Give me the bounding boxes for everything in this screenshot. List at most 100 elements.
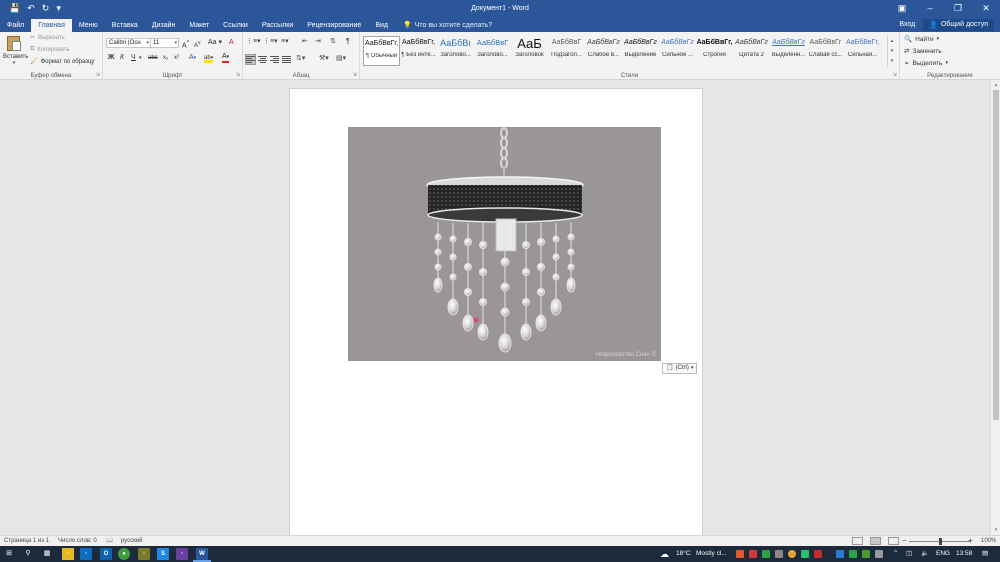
windows-start-icon[interactable]: ⊞ [3,548,15,560]
dialog-launcher-icon[interactable]: ⇲ [236,72,240,78]
tray-app-icon[interactable] [788,550,796,558]
tell-me-box[interactable]: 💡 Что вы хотите сделать? [395,19,492,32]
tab-review[interactable]: Рецензирование [300,19,368,32]
style-quote-2[interactable]: АаБбВвГг Цитата 2 [733,36,770,66]
web-layout-icon[interactable] [888,537,899,545]
style-subtitle[interactable]: АаБбВвГ Подзагол... [548,36,585,66]
chandelier-image[interactable]: «Королевство Сна» © [348,127,661,361]
style-heading-2[interactable]: АаБбВвГ Заголово... [474,36,511,66]
chrome-icon[interactable]: ● [118,548,130,560]
skype-icon[interactable]: S [157,548,169,560]
scroll-down-icon[interactable]: ▾ [991,526,1000,534]
zoom-out-button[interactable]: − [902,536,907,546]
tab-references[interactable]: Ссылки [216,19,255,32]
zoom-slider-thumb[interactable] [939,538,942,545]
italic-button[interactable]: К [120,53,124,63]
notifications-icon[interactable]: ▤ [982,546,988,562]
tab-file[interactable]: Файл [0,19,31,32]
font-name-box[interactable]: Calibri (Осн ▾ [106,38,151,48]
find-button[interactable]: 🔍 Найти ▾ [904,35,939,44]
language-indicator[interactable]: русский [121,536,143,546]
style-normal[interactable]: АаБбВвГг, ¶ Обычный [363,36,400,66]
paste-button[interactable]: Вставить ▾ [3,34,28,66]
chevron-down-icon[interactable]: ▾ [139,53,142,63]
borders-icon[interactable]: ▤▾ [336,54,346,64]
scroll-up-icon[interactable]: ▴ [991,81,1000,89]
superscript-button[interactable]: x² [174,53,179,63]
decrease-indent-icon[interactable]: ⇤ [302,37,308,47]
cloud-icon[interactable]: ☁ [660,546,669,562]
word-count[interactable]: Число слов: 0 [58,536,97,546]
dialog-launcher-icon[interactable]: ⇲ [893,72,897,78]
cut-button[interactable]: ✂ Вырезать [30,34,65,42]
scrollbar-thumb[interactable] [993,90,999,420]
chevron-up-icon[interactable]: ⌃ [893,546,898,562]
numbering-icon[interactable]: ⋮≡▾ [263,37,278,47]
style-intense-reference[interactable]: АаБбВвГг, Сильная... [844,36,881,66]
tray-app-icon[interactable] [849,550,857,558]
word-taskbar-icon[interactable]: W [196,548,208,560]
tray-app-icon[interactable] [836,550,844,558]
subscript-button[interactable]: x₂ [163,53,168,63]
clear-formatting-button[interactable]: A [229,38,234,48]
underline-button[interactable]: Ч [131,53,136,63]
vertical-scrollbar[interactable]: ▴ ▾ [990,80,1000,535]
chevron-up-icon[interactable]: ▴ [888,36,896,46]
tab-menu[interactable]: Меню [72,19,105,32]
format-painter-button[interactable]: 🖌 Формат по образцу [30,58,94,66]
chevron-down-icon[interactable]: ▾ [888,46,896,56]
file-explorer-icon[interactable]: ▫ [62,548,74,560]
font-size-box[interactable]: 11 ▾ [150,38,179,48]
tray-app-icon[interactable] [875,550,883,558]
tab-design[interactable]: Дизайн [145,19,183,32]
sort-icon[interactable]: ⇅ [330,37,336,47]
network-icon[interactable]: ◫ [906,546,912,562]
tab-layout[interactable]: Макет [182,19,216,32]
tray-app-icon[interactable] [762,550,770,558]
shading-icon[interactable]: ⚒▾ [319,54,329,64]
weather-temp[interactable]: 18°C [676,546,691,562]
tray-app-icon[interactable] [749,550,757,558]
show-marks-icon[interactable]: ¶ [346,37,350,47]
print-layout-icon[interactable] [870,537,881,545]
close-icon[interactable]: ✕ [972,0,1000,17]
tray-app-icon[interactable] [775,550,783,558]
tray-app-icon[interactable] [814,550,822,558]
proofing-icon[interactable]: 📖 [106,536,113,546]
align-left-icon[interactable] [245,54,256,65]
dialog-launcher-icon[interactable]: ⇲ [96,72,100,78]
styles-gallery-scroller[interactable]: ▴ ▾ ▾ [887,36,896,67]
save-icon[interactable]: 💾 [9,0,20,17]
align-center-icon[interactable] [258,55,267,64]
page-count[interactable]: Страница 1 из 1 [4,536,49,546]
style-title[interactable]: АаБ Заголовок [511,36,548,66]
tab-home[interactable]: Главная [31,19,72,32]
tray-app-icon[interactable] [801,550,809,558]
customize-icon[interactable]: ▾ [56,0,61,17]
read-mode-icon[interactable] [852,537,863,545]
bold-button[interactable]: Ж [108,53,114,63]
style-intense-quote[interactable]: АаБбВвГг Выделенн... [770,36,807,66]
style-heading-1[interactable]: АаБбВı Заголово... [437,36,474,66]
align-right-icon[interactable] [270,55,279,64]
style-intense-emphasis[interactable]: АаБбВвГг Сильное ... [659,36,696,66]
replace-button[interactable]: ⇄ Заменить [904,47,942,56]
change-case-button[interactable]: Aa ▾ [208,38,222,48]
volume-icon[interactable]: 🔈 [921,546,929,562]
multilevel-list-icon[interactable]: ≡▾ [281,37,289,47]
clock-time[interactable]: 13:58 [956,546,972,562]
more-icon[interactable]: ▾ [888,56,896,66]
outlook-icon[interactable]: O [100,548,112,560]
tab-view[interactable]: Вид [368,19,395,32]
text-effects-button[interactable]: A▾ [189,53,196,63]
dialog-launcher-icon[interactable]: ⇲ [353,72,357,78]
style-subtle-reference[interactable]: АаБбВвГг Слабая сс... [807,36,844,66]
restore-icon[interactable]: ❐ [944,0,972,17]
task-view-icon[interactable]: ▦ [41,548,53,560]
copy-button[interactable]: ⧉ Копировать [30,46,70,53]
app-icon[interactable]: ▫ [138,548,150,560]
store-icon[interactable]: ▫ [80,548,92,560]
undo-icon[interactable]: ↶ [27,0,35,17]
zoom-in-button[interactable]: + [968,536,973,546]
ribbon-options-icon[interactable]: ▣ [888,0,916,17]
